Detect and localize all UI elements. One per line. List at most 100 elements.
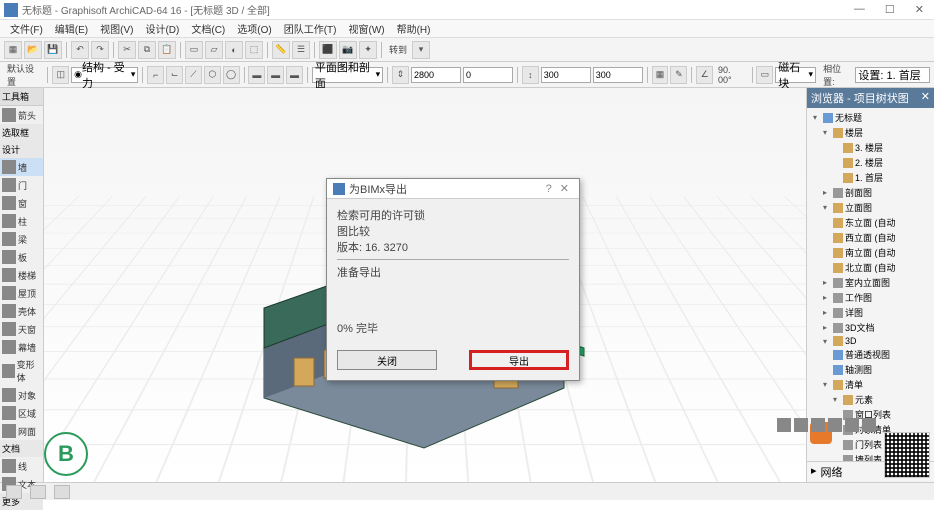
geom-1-icon[interactable]: ⌐ [147,66,164,84]
footer-expand-icon[interactable]: ▸ [811,464,817,480]
menu-options[interactable]: 选项(O) [231,21,277,36]
vb-icon-1[interactable] [777,418,791,432]
view3d-icon[interactable]: ⬛ [319,41,337,59]
tree-elev-n[interactable]: 北立面 (自动 [829,260,932,275]
section-select[interactable]: 选取框 [0,124,43,141]
height-input-2[interactable] [463,67,513,83]
tree-root[interactable]: ▾无标题 [809,110,932,125]
tool-zone[interactable]: 区域 [0,404,43,422]
tool-morph[interactable]: 变形体 [0,356,43,386]
menu-view[interactable]: 视图(V) [94,21,139,36]
tree-details[interactable]: ▸详图 [819,305,932,320]
vb-icon-4[interactable] [828,418,842,432]
export-button[interactable]: 导出 [469,350,569,370]
angle-icon[interactable]: ∠ [696,66,713,84]
tree-elev-w[interactable]: 西立面 (自动 [829,230,932,245]
paste-icon[interactable]: 📋 [158,41,176,59]
tree-worksheets[interactable]: ▸工作图 [819,290,932,305]
cut-icon[interactable]: ✂ [118,41,136,59]
default-settings-label[interactable]: 默认设置 [4,62,43,88]
geom-5-icon[interactable]: ◯ [223,66,240,84]
minimize-button[interactable]: — [848,3,871,16]
dialog-close-icon[interactable]: ✕ [556,182,573,195]
tool-skylight[interactable]: 天窗 [0,320,43,338]
tool-stair[interactable]: 楼梯 [0,266,43,284]
save-icon[interactable]: 💾 [44,41,62,59]
menu-design[interactable]: 设计(D) [139,21,185,36]
tree-axo[interactable]: 轴测图 [829,362,932,377]
open-icon[interactable]: 📂 [24,41,42,59]
tree-elevations[interactable]: ▾立面图 [819,200,932,215]
tool-door[interactable]: 门 [0,176,43,194]
tool-beam[interactable]: 梁 [0,230,43,248]
tool-arrow[interactable]: 箭头 [0,106,43,124]
thickness-input-1[interactable] [541,67,591,83]
tree-schedules[interactable]: ▾清单 [819,377,932,392]
sb-icon-1[interactable] [6,485,22,499]
layer-icon[interactable]: ◫ [52,66,69,84]
offset-icon[interactable]: ↕ [522,66,539,84]
vb-icon-5[interactable] [845,418,859,432]
measure-icon[interactable]: 📏 [272,41,290,59]
camera-icon[interactable]: 📷 [339,41,357,59]
goto-dropdown-icon[interactable]: ▾ [412,41,430,59]
tool-column[interactable]: 柱 [0,212,43,230]
tool-roof[interactable]: 屋顶 [0,284,43,302]
menu-document[interactable]: 文档(C) [185,21,231,36]
tool-c-icon[interactable]: ◐ [225,41,243,59]
tool-a-icon[interactable]: ▭ [185,41,203,59]
snap-dropdown[interactable]: 磁石块 ▾ [775,67,816,83]
tree-elev-e[interactable]: 东立面 (自动 [829,215,932,230]
tool-shell[interactable]: 壳体 [0,302,43,320]
tool-d-icon[interactable]: ⬚ [245,41,263,59]
tree-elem[interactable]: ▾元素 [829,392,932,407]
tree-3d[interactable]: ▾3D [819,335,932,347]
project-tree[interactable]: ▾无标题 ▾楼层 3. 楼层 2. 楼层 1. 首层 ▸剖面图 ▾立面图 东立面… [807,108,934,461]
tree-sections[interactable]: ▸剖面图 [819,185,932,200]
new-icon[interactable]: ▦ [4,41,22,59]
dialog-titlebar[interactable]: 为BIMx导出 ? ✕ [327,179,579,199]
tree-story-2[interactable]: 2. 楼层 [829,155,932,170]
vb-icon-2[interactable] [794,418,808,432]
sb-icon-3[interactable] [54,485,70,499]
height-input-1[interactable] [411,67,461,83]
sb-icon-2[interactable] [30,485,46,499]
ref-1-icon[interactable]: ▬ [248,66,265,84]
render-icon[interactable]: ✦ [359,41,377,59]
tree-perspective[interactable]: 普通透视图 [829,347,932,362]
tree-stories[interactable]: ▾楼层 [819,125,932,140]
tool-b-icon[interactable]: ▱ [205,41,223,59]
tool-line[interactable]: 线 [0,457,43,475]
menu-window[interactable]: 视窗(W) [342,21,390,36]
tree-story-1[interactable]: 1. 首层 [829,170,932,185]
close-button[interactable]: ✕ [909,3,930,16]
tree-3ddocs[interactable]: ▸3D文档 [819,320,932,335]
tool-object[interactable]: 对象 [0,386,43,404]
section-document[interactable]: 文档 [0,440,43,457]
height-icon[interactable]: ⇕ [392,66,409,84]
section-design[interactable]: 设计 [0,141,43,158]
structure-dropdown[interactable]: ◉ 结构 - 受力 ▾ [71,67,138,83]
menu-file[interactable]: 文件(F) [4,21,49,36]
redo-icon[interactable]: ↷ [91,41,109,59]
tool-mesh[interactable]: 网面 [0,422,43,440]
display-mode-dropdown[interactable]: 平面图和剖面 ▾ [312,67,383,83]
geom-2-icon[interactable]: ⌙ [166,66,183,84]
vb-icon-6[interactable] [862,418,876,432]
tool-window[interactable]: 窗 [0,194,43,212]
tool-curtainwall[interactable]: 幕墙 [0,338,43,356]
vb-icon-3[interactable] [811,418,825,432]
tool-slab[interactable]: 板 [0,248,43,266]
thickness-input-2[interactable] [593,67,643,83]
panel-close-icon[interactable]: ✕ [921,90,930,106]
close-button[interactable]: 关闭 [337,350,437,370]
tree-story-3[interactable]: 3. 楼层 [829,140,932,155]
menu-teamwork[interactable]: 团队工作(T) [278,21,343,36]
pen-icon[interactable]: ✎ [670,66,687,84]
ref-2-icon[interactable]: ▬ [267,66,284,84]
ref-3-icon[interactable]: ▬ [286,66,303,84]
layers-icon[interactable]: ☰ [292,41,310,59]
geom-3-icon[interactable]: ⟋ [185,66,202,84]
dialog-help-icon[interactable]: ? [542,183,556,195]
copy-icon[interactable]: ⧉ [138,41,156,59]
